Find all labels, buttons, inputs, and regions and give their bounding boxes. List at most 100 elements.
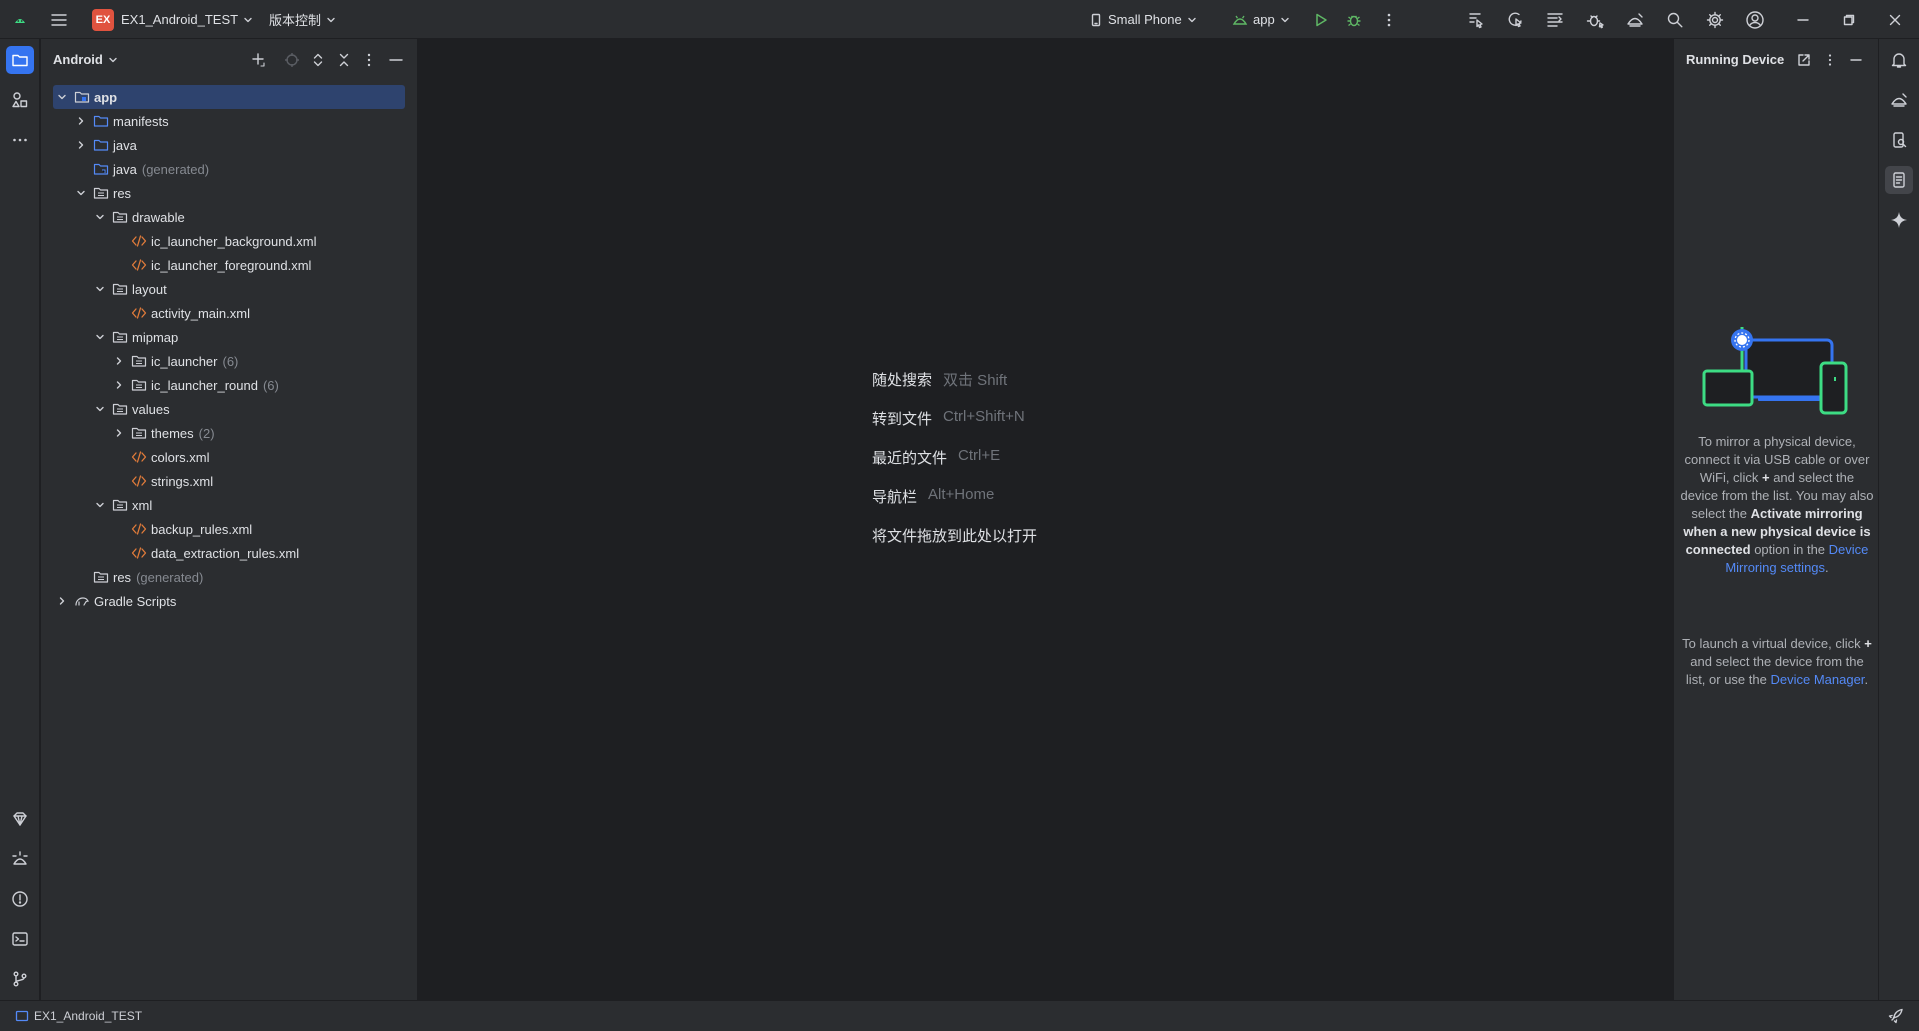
chevron-right-icon[interactable]	[112, 354, 126, 368]
chevron-down-icon	[109, 57, 117, 62]
chevron-down-icon[interactable]	[93, 330, 107, 344]
minimize-icon	[1797, 18, 1809, 21]
tree-item-manifests[interactable]: manifests	[53, 109, 405, 133]
tree-item-label: strings.xml	[151, 473, 214, 489]
build-variants-button[interactable]	[6, 805, 34, 833]
terminal-button[interactable]	[6, 925, 34, 953]
tree-item-file[interactable]: activity_main.xml	[53, 301, 405, 325]
minimize-window-button[interactable]	[1790, 0, 1816, 39]
tree-item-file[interactable]: data_extraction_rules.xml	[53, 541, 405, 565]
tree-item-java[interactable]: java	[53, 133, 405, 157]
main-menu-button[interactable]	[46, 0, 72, 39]
chevron-down-icon[interactable]	[74, 186, 88, 200]
more-tools-button[interactable]	[6, 126, 34, 154]
project-name: EX1_Android_TEST	[121, 12, 239, 27]
device-manager-tool-button[interactable]	[1885, 86, 1913, 114]
tree-item-label: manifests	[113, 113, 169, 129]
resource-manager-button[interactable]	[6, 86, 34, 114]
instruction-text: .	[1864, 672, 1869, 687]
chevron-right-icon[interactable]	[74, 114, 88, 128]
more-actions-button[interactable]	[1378, 0, 1400, 39]
chevron-right-icon[interactable]	[55, 594, 69, 608]
apply-changes-icon	[1469, 12, 1483, 28]
tree-item-label: java	[113, 161, 137, 177]
folder-icon	[93, 113, 109, 129]
device-explorer-button[interactable]	[1885, 126, 1913, 154]
structure-button[interactable]	[1544, 0, 1566, 39]
run-config-selector[interactable]: app	[1232, 0, 1290, 39]
chevron-down-icon[interactable]	[93, 498, 107, 512]
apply-code-changes-button[interactable]	[1505, 0, 1527, 39]
new-file-button[interactable]	[249, 50, 269, 70]
chevron-down-icon[interactable]	[93, 402, 107, 416]
plus-icon: +	[1864, 636, 1872, 651]
collapse-all-button[interactable]	[334, 50, 354, 70]
tree-item-res-generated[interactable]: res (generated)	[53, 565, 405, 589]
search-everywhere-button[interactable]	[1664, 0, 1686, 39]
editor-empty-area[interactable]: 随处搜索 双击 Shift 转到文件 Ctrl+Shift+N 最近的文件 Ct…	[418, 39, 1673, 1000]
expand-all-button[interactable]	[308, 50, 328, 70]
tree-item-file[interactable]: ic_launcher_foreground.xml	[53, 253, 405, 277]
restore-window-button[interactable]	[1836, 0, 1862, 39]
project-view-selector[interactable]: Android	[53, 52, 118, 67]
tree-item-themes[interactable]: themes (2)	[53, 421, 405, 445]
gemini-button[interactable]	[1885, 206, 1913, 234]
version-control-button[interactable]	[6, 965, 34, 993]
device-manager-link[interactable]: Device Manager	[1770, 672, 1864, 687]
chevron-down-icon[interactable]	[93, 282, 107, 296]
project-switcher[interactable]: EX EX1_Android_TEST	[92, 0, 253, 39]
running-device-options-button[interactable]	[1820, 50, 1840, 70]
tree-item-xml[interactable]: xml	[53, 493, 405, 517]
tree-item-label: values	[132, 401, 170, 417]
tree-item-label: java	[113, 137, 137, 153]
instruction-text: To launch a virtual device, click	[1682, 636, 1861, 651]
tree-item-drawable[interactable]: drawable	[53, 205, 405, 229]
tree-item-app[interactable]: app	[53, 85, 405, 109]
tree-item-file[interactable]: backup_rules.xml	[53, 517, 405, 541]
tree-item-mipmap[interactable]: mipmap	[53, 325, 405, 349]
status-project-breadcrumb[interactable]: EX1_Android_TEST	[15, 1009, 142, 1023]
gradle-icon	[74, 593, 90, 609]
chevron-down-icon[interactable]	[55, 90, 69, 104]
hide-panel-button[interactable]	[386, 50, 406, 70]
device-manager-button[interactable]	[1624, 0, 1646, 39]
empty-hint-search-everywhere: 随处搜索 双击 Shift	[872, 369, 1007, 390]
chevron-right-icon[interactable]	[112, 378, 126, 392]
attach-debugger-button[interactable]	[1584, 0, 1606, 39]
tree-item-java-generated[interactable]: java (generated)	[53, 157, 405, 181]
logcat-button[interactable]	[6, 845, 34, 873]
apply-changes-button[interactable]	[1465, 0, 1487, 39]
new-tab-button[interactable]	[1794, 50, 1814, 70]
locate-file-button[interactable]	[282, 50, 302, 70]
tree-item-ic-launcher[interactable]: ic_launcher (6)	[53, 349, 405, 373]
notifications-button[interactable]	[1885, 46, 1913, 74]
chevron-down-icon[interactable]	[93, 210, 107, 224]
plus-icon: +	[1761, 470, 1774, 485]
tree-item-file[interactable]: colors.xml	[53, 445, 405, 469]
panel-options-button[interactable]	[359, 50, 379, 70]
chevron-right-icon[interactable]	[112, 426, 126, 440]
chevron-right-icon[interactable]	[74, 138, 88, 152]
tree-item-layout[interactable]: layout	[53, 277, 405, 301]
account-button[interactable]	[1744, 0, 1766, 39]
tree-item-file[interactable]: ic_launcher_background.xml	[53, 229, 405, 253]
tree-item-res[interactable]: res	[53, 181, 405, 205]
settings-button[interactable]	[1704, 0, 1726, 39]
devices-illustration-icon	[1702, 327, 1848, 415]
vcs-menu[interactable]: 版本控制	[269, 0, 336, 39]
project-badge: EX	[92, 8, 114, 31]
running-devices-tool-button[interactable]	[1885, 166, 1913, 194]
tree-item-label: xml	[132, 497, 153, 513]
project-tool-button[interactable]	[6, 46, 34, 74]
ide-status-button[interactable]	[1888, 1008, 1904, 1024]
device-selector[interactable]: Small Phone	[1089, 0, 1197, 39]
debug-button[interactable]	[1343, 0, 1365, 39]
tree-item-gradle-scripts[interactable]: Gradle Scripts	[53, 589, 405, 613]
problems-button[interactable]	[6, 885, 34, 913]
tree-item-ic-launcher-round[interactable]: ic_launcher_round (6)	[53, 373, 405, 397]
close-window-button[interactable]	[1882, 0, 1908, 39]
tree-item-values[interactable]: values	[53, 397, 405, 421]
hide-running-device-button[interactable]	[1846, 50, 1866, 70]
tree-item-file[interactable]: strings.xml	[53, 469, 405, 493]
run-button[interactable]	[1310, 0, 1332, 39]
